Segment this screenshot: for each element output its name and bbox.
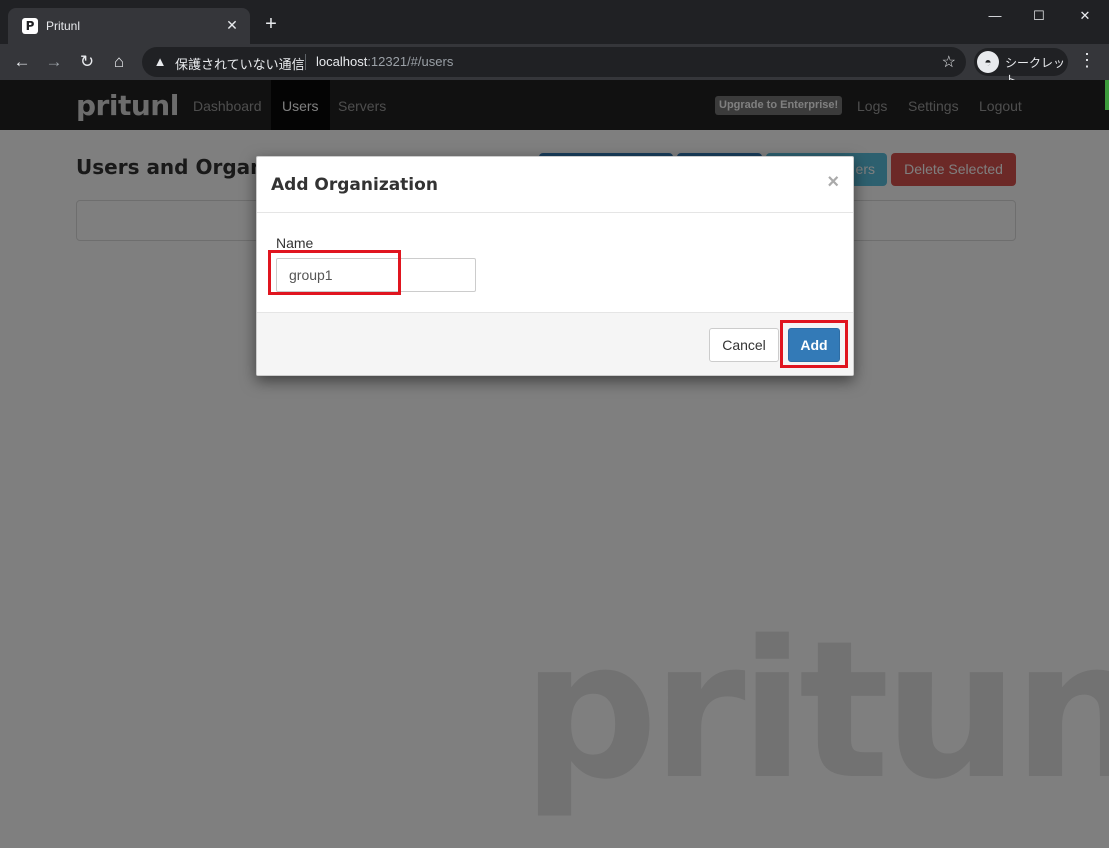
browser-tab[interactable]: P Pritunl ✕ (8, 8, 250, 44)
modal-header: Add Organization × (257, 157, 853, 213)
new-tab-plus-icon[interactable]: + (260, 13, 282, 35)
back-icon[interactable]: ← (10, 50, 34, 74)
star-icon[interactable]: ☆ (942, 52, 956, 72)
warning-icon[interactable]: ▲ (152, 54, 168, 70)
minimize-icon[interactable]: — (972, 0, 1018, 32)
highlight-name-input (268, 250, 401, 295)
address-bar[interactable]: ▲ 保護されていない通信 localhost:12321/#/users ☆ (142, 47, 966, 77)
security-warning[interactable]: 保護されていない通信 (175, 54, 305, 73)
edge-strip (1105, 80, 1109, 110)
browser-titlebar: P Pritunl ✕ + — ☐ ✕ (0, 0, 1109, 44)
cancel-button[interactable]: Cancel (709, 328, 779, 362)
browser-toolbar: ← → ↻ ⌂ ▲ 保護されていない通信 localhost:12321/#/u… (0, 44, 1109, 87)
tab-title: Pritunl (46, 19, 81, 33)
url-host: localhost (316, 54, 368, 69)
reload-icon[interactable]: ↻ (75, 50, 99, 74)
highlight-add-button (780, 320, 848, 368)
url-path: :12321/#/users (367, 54, 454, 69)
modal-title: Add Organization (271, 175, 438, 195)
name-label: Name (276, 235, 314, 251)
window-close-icon[interactable]: ✕ (1062, 0, 1108, 32)
close-icon[interactable]: × (827, 171, 839, 194)
omnibox-divider (305, 54, 306, 70)
maximize-icon[interactable]: ☐ (1016, 0, 1062, 32)
forward-icon[interactable]: → (42, 50, 66, 74)
tab-close-icon[interactable]: ✕ (222, 15, 242, 35)
pritunl-favicon-icon: P (22, 18, 38, 34)
url-text[interactable]: localhost:12321/#/users (316, 54, 453, 69)
incognito-indicator[interactable]: ◓ シークレット (974, 48, 1068, 87)
kebab-menu-icon[interactable]: ⋮ (1078, 50, 1096, 71)
home-icon[interactable]: ⌂ (107, 50, 131, 74)
incognito-icon: ◓ (977, 51, 999, 73)
